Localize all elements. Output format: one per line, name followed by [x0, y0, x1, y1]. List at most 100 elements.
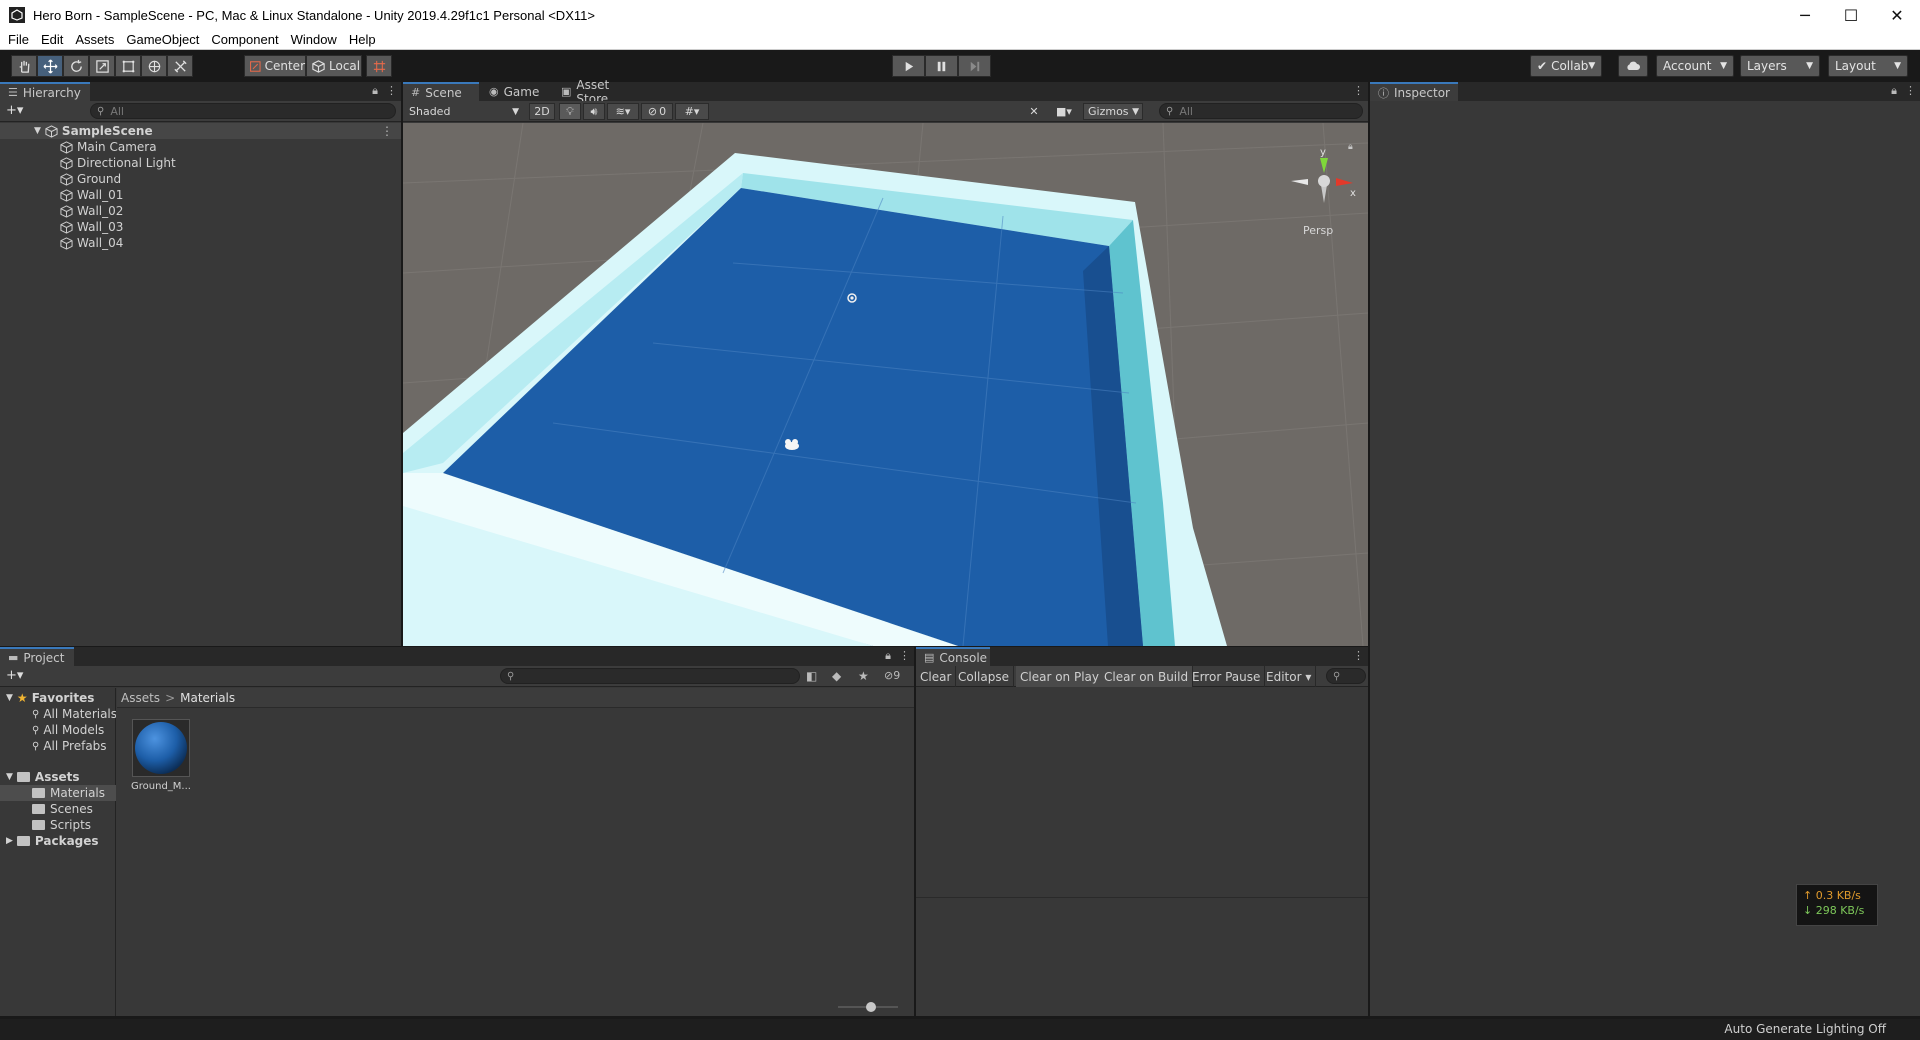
lock-icon[interactable]: 🔒︎: [885, 649, 891, 663]
favorite-all-prefabs[interactable]: ⚲ All Prefabs: [0, 738, 116, 754]
menu-help[interactable]: Help: [349, 32, 376, 47]
folder-scripts[interactable]: Scripts: [0, 817, 116, 833]
orientation-gizmo[interactable]: y x: [1291, 147, 1356, 203]
create-dropdown-button[interactable]: +▾: [6, 103, 23, 118]
minimize-button[interactable]: ─: [1782, 0, 1828, 30]
tab-game[interactable]: ◉ Game: [481, 82, 547, 101]
expand-arrow-icon[interactable]: ▼: [6, 772, 13, 782]
favorite-star-icon[interactable]: ★: [858, 669, 869, 683]
project-search-input[interactable]: ⚲: [500, 668, 800, 684]
tab-hierarchy[interactable]: ☰ Hierarchy: [0, 82, 90, 101]
hierarchy-item-directional-light[interactable]: Directional Light: [0, 155, 401, 171]
lock-icon[interactable]: 🔒︎: [372, 84, 378, 98]
menu-assets[interactable]: Assets: [75, 32, 114, 47]
clear-button[interactable]: Clear: [916, 666, 957, 687]
lock-icon[interactable]: 🔒︎: [1348, 142, 1353, 152]
hidden-packages-toggle[interactable]: ⊘9: [884, 669, 900, 682]
expand-arrow-icon[interactable]: ▼: [6, 693, 13, 703]
console-log-list[interactable]: [916, 688, 1368, 898]
hierarchy-item-wall-04[interactable]: Wall_04: [0, 235, 401, 251]
more-options-icon[interactable]: ⋮: [1353, 649, 1364, 662]
collapse-toggle[interactable]: Collapse: [954, 666, 1014, 687]
pivot-center-toggle[interactable]: Center: [244, 55, 306, 77]
layout-dropdown[interactable]: Layout ▼: [1828, 55, 1908, 77]
move-tool-button[interactable]: [37, 55, 63, 77]
packages-folder[interactable]: ▶ Packages: [0, 833, 116, 849]
editor-target-dropdown[interactable]: Editor ▾: [1262, 666, 1317, 687]
console-detail-area[interactable]: [916, 899, 1368, 1016]
search-by-type-icon[interactable]: ◧: [806, 669, 817, 683]
custom-tool-button[interactable]: [167, 55, 193, 77]
folder-materials[interactable]: Materials: [0, 785, 116, 801]
expand-arrow-icon[interactable]: ▶: [6, 836, 13, 846]
more-options-icon[interactable]: ⋮: [1905, 84, 1916, 98]
transform-tool-button[interactable]: [141, 55, 167, 77]
tab-scene[interactable]: # Scene: [403, 82, 479, 101]
lock-icon[interactable]: 🔒︎: [1891, 84, 1897, 98]
hierarchy-item-wall-03[interactable]: Wall_03: [0, 219, 401, 235]
tab-inspector[interactable]: ⓘ Inspector: [1370, 82, 1458, 101]
favorites-folder[interactable]: ▼ ★ Favorites: [0, 690, 116, 706]
hierarchy-item-wall-01[interactable]: Wall_01: [0, 187, 401, 203]
breadcrumb-assets[interactable]: Assets: [121, 691, 160, 705]
maximize-button[interactable]: ☐: [1828, 0, 1874, 30]
menu-gameobject[interactable]: GameObject: [126, 32, 199, 47]
thumbnail-size-slider[interactable]: [838, 1002, 898, 1012]
scene-root-row[interactable]: ▼ SampleScene ⋮: [0, 123, 401, 139]
hierarchy-item-wall-02[interactable]: Wall_02: [0, 203, 401, 219]
menu-component[interactable]: Component: [211, 32, 278, 47]
scene-viewport[interactable]: y x Persp 🔒︎: [403, 123, 1368, 646]
grid-visibility-dropdown[interactable]: #▾: [675, 103, 709, 120]
collab-dropdown[interactable]: ✔ Collab ▼: [1530, 55, 1602, 77]
create-asset-dropdown-button[interactable]: +▾: [6, 668, 23, 683]
shading-mode-dropdown[interactable]: Shaded ▼: [405, 103, 523, 120]
more-options-icon[interactable]: ⋮: [1353, 84, 1364, 97]
hierarchy-item-main-camera[interactable]: Main Camera: [0, 139, 401, 155]
scale-tool-button[interactable]: [89, 55, 115, 77]
breadcrumb-materials[interactable]: Materials: [180, 691, 235, 705]
menu-edit[interactable]: Edit: [41, 32, 63, 47]
error-pause-toggle[interactable]: Error Pause: [1188, 666, 1266, 687]
account-dropdown[interactable]: Account ▼: [1656, 55, 1734, 77]
pivot-local-toggle[interactable]: Local: [306, 55, 362, 77]
more-options-icon[interactable]: ⋮: [386, 84, 397, 98]
hierarchy-item-ground[interactable]: Ground: [0, 171, 401, 187]
search-by-label-icon[interactable]: ◆: [832, 669, 841, 683]
layers-dropdown[interactable]: Layers ▼: [1740, 55, 1820, 77]
tab-project[interactable]: ▬ Project: [0, 647, 74, 666]
tab-asset-store[interactable]: ▣ Asset Store: [553, 78, 649, 106]
scene-tools-button[interactable]: ✕: [1023, 103, 1045, 120]
console-search-input[interactable]: ⚲: [1326, 668, 1366, 684]
folder-scenes[interactable]: Scenes: [0, 801, 116, 817]
hand-tool-button[interactable]: [11, 55, 37, 77]
audio-toggle-button[interactable]: 🔊︎: [583, 103, 605, 120]
slider-handle[interactable]: [866, 1002, 876, 1012]
favorite-all-materials[interactable]: ⚲ All Materials: [0, 706, 116, 722]
expand-arrow-icon[interactable]: ▼: [34, 126, 41, 136]
play-button[interactable]: [892, 55, 925, 77]
hierarchy-search-input[interactable]: ⚲ All: [90, 103, 396, 119]
pause-button[interactable]: [925, 55, 958, 77]
tab-console[interactable]: ▤ Console: [916, 647, 990, 666]
more-options-icon[interactable]: ⋮: [899, 649, 910, 663]
camera-settings-dropdown[interactable]: ■▾: [1049, 103, 1079, 120]
grid-snap-button[interactable]: [366, 55, 392, 77]
rotate-tool-button[interactable]: [63, 55, 89, 77]
close-button[interactable]: ✕: [1874, 0, 1920, 30]
scene-search-input[interactable]: ⚲ All: [1159, 103, 1363, 119]
step-button[interactable]: [958, 55, 991, 77]
asset-tile[interactable]: Ground_M...: [131, 719, 191, 792]
toggle-2d-button[interactable]: 2D: [529, 103, 555, 120]
lighting-status[interactable]: Auto Generate Lighting Off: [1724, 1022, 1886, 1036]
projection-label[interactable]: Persp: [1303, 224, 1333, 237]
hidden-objects-toggle[interactable]: ⊘ 0: [641, 103, 673, 120]
clear-on-build-toggle[interactable]: Clear on Build: [1100, 666, 1194, 687]
clear-on-play-toggle[interactable]: Clear on Play: [1016, 666, 1104, 687]
menu-file[interactable]: File: [8, 32, 29, 47]
lighting-toggle-button[interactable]: 💡︎: [559, 103, 581, 120]
menu-window[interactable]: Window: [291, 32, 337, 47]
favorite-all-models[interactable]: ⚲ All Models: [0, 722, 116, 738]
cloud-services-button[interactable]: [1618, 55, 1648, 77]
effects-dropdown[interactable]: ≋▾: [607, 103, 639, 120]
gizmos-dropdown[interactable]: Gizmos ▼: [1083, 103, 1143, 120]
